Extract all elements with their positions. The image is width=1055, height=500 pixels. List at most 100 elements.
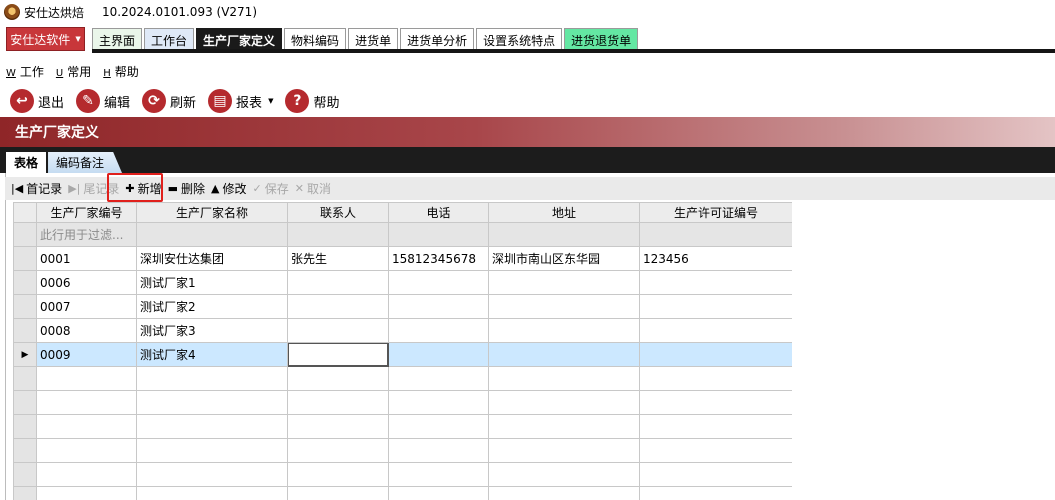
empty-cell	[36, 366, 137, 391]
exit-button[interactable]: ↩ 退出	[10, 89, 64, 113]
column-header[interactable]: 生产许可证编号	[639, 202, 792, 223]
menu-bar: W 工作 U 常用 H 帮助	[0, 62, 145, 80]
column-header[interactable]: 生产厂家名称	[136, 202, 288, 223]
table-cell[interactable]: 0001	[36, 246, 137, 271]
table-cell[interactable]	[287, 270, 389, 295]
table-row[interactable]: 0006 测试厂家1	[13, 270, 792, 295]
empty-row	[13, 390, 792, 415]
modify-button[interactable]: ▲ 修改	[211, 180, 246, 197]
table-cell[interactable]	[388, 342, 489, 367]
add-button[interactable]: ✚ 新增	[125, 180, 161, 197]
filter-cell[interactable]	[488, 222, 640, 247]
filter-cell[interactable]	[639, 222, 792, 247]
tab-system-settings[interactable]: 设置系统特点	[476, 28, 563, 51]
column-header[interactable]: 生产厂家编号	[36, 202, 137, 223]
tab-code-notes[interactable]: 编码备注	[48, 152, 123, 173]
menu-help[interactable]: H 帮助	[103, 63, 139, 80]
menu-help-key: H	[103, 67, 111, 79]
table-cell[interactable]: 0007	[36, 294, 137, 319]
row-indicator[interactable]	[13, 318, 37, 343]
filter-cell[interactable]	[136, 222, 288, 247]
column-header[interactable]: 联系人	[287, 202, 389, 223]
row-indicator	[13, 438, 37, 463]
column-header[interactable]: 电话	[388, 202, 489, 223]
table-cell[interactable]	[388, 270, 489, 295]
app-logo-icon	[4, 4, 20, 20]
row-indicator[interactable]	[13, 294, 37, 319]
table-cell[interactable]: 测试厂家2	[136, 294, 288, 319]
empty-cell	[287, 414, 389, 439]
table-cell[interactable]: 0008	[36, 318, 137, 343]
first-record-button[interactable]: |◀ 首记录	[11, 180, 62, 197]
tab-purchase-order[interactable]: 进货单	[348, 28, 399, 51]
save-button[interactable]: ✓ 保存	[253, 180, 289, 197]
table-cell[interactable]: 15812345678	[388, 246, 489, 271]
table-cell[interactable]: 测试厂家3	[136, 318, 288, 343]
table-cell[interactable]	[287, 318, 389, 343]
page-title: 生产厂家定义	[0, 117, 1055, 147]
table-row[interactable]: 0001 深圳安仕达集团 张先生 15812345678 深圳市南山区东华园 1…	[13, 246, 792, 271]
brand-menu-button[interactable]: 安仕达软件 ▼	[6, 27, 85, 51]
tab-purchase-analysis[interactable]: 进货单分析	[400, 28, 475, 51]
table-row[interactable]: 0007 测试厂家2	[13, 294, 792, 319]
empty-cell	[36, 390, 137, 415]
table-cell[interactable]	[488, 342, 640, 367]
edit-button[interactable]: ✎ 编辑	[76, 89, 130, 113]
row-indicator[interactable]	[13, 246, 37, 271]
table-cell[interactable]	[639, 342, 792, 367]
delete-button[interactable]: ▬ 删除	[168, 180, 205, 197]
last-record-button[interactable]: ▶| 尾记录	[68, 180, 119, 197]
table-cell[interactable]: 0009	[36, 342, 137, 367]
current-row-icon[interactable]: ▶	[13, 342, 37, 367]
row-indicator[interactable]	[13, 270, 37, 295]
table-cell[interactable]: 深圳安仕达集团	[136, 246, 288, 271]
table-cell[interactable]: 测试厂家4	[136, 342, 288, 367]
help-button[interactable]: ? 帮助	[285, 89, 339, 113]
grid-header-row: 生产厂家编号 生产厂家名称 联系人 电话 地址 生产许可证编号	[13, 202, 792, 223]
table-cell[interactable]	[488, 270, 640, 295]
sub-tabs: 表格 编码备注	[6, 152, 124, 173]
table-cell[interactable]: 深圳市南山区东华园	[488, 246, 640, 271]
menu-common[interactable]: U 常用	[56, 63, 91, 80]
table-cell[interactable]	[287, 294, 389, 319]
app-name: 安仕达烘焙	[24, 5, 85, 20]
empty-cell	[388, 462, 489, 487]
table-cell[interactable]: 张先生	[287, 246, 389, 271]
tab-table[interactable]: 表格	[6, 152, 47, 173]
row-indicator	[13, 366, 37, 391]
add-label: 新增	[137, 182, 162, 196]
menu-common-key: U	[55, 67, 64, 79]
edit-label: 编辑	[104, 95, 131, 111]
tab-material-code[interactable]: 物料编码	[284, 28, 347, 51]
tab-main[interactable]: 主界面	[92, 28, 143, 51]
report-button[interactable]: ▤ 报表 ▼	[208, 89, 273, 113]
empty-cell	[388, 438, 489, 463]
table-row[interactable]: 0008 测试厂家3	[13, 318, 792, 343]
table-cell[interactable]: 0006	[36, 270, 137, 295]
tab-workbench[interactable]: 工作台	[144, 28, 195, 51]
active-cell-editor[interactable]	[287, 342, 389, 367]
filter-cell[interactable]	[287, 222, 389, 247]
empty-cell	[36, 438, 137, 463]
row-indicator	[13, 486, 37, 500]
table-cell[interactable]	[639, 318, 792, 343]
table-cell[interactable]	[488, 294, 640, 319]
table-cell[interactable]: 123456	[639, 246, 792, 271]
table-cell[interactable]	[639, 270, 792, 295]
filter-cell[interactable]: 此行用于过滤...	[36, 222, 137, 247]
table-cell[interactable]	[388, 318, 489, 343]
table-row-selected[interactable]: ▶ 0009 测试厂家4	[13, 342, 792, 367]
table-cell[interactable]	[388, 294, 489, 319]
refresh-button[interactable]: ⟳ 刷新	[142, 89, 196, 113]
empty-cell	[488, 414, 640, 439]
tab-manufacturer-definition[interactable]: 生产厂家定义	[196, 28, 283, 51]
empty-row	[13, 414, 792, 439]
table-cell[interactable]: 测试厂家1	[136, 270, 288, 295]
table-cell[interactable]	[639, 294, 792, 319]
table-cell[interactable]	[488, 318, 640, 343]
tab-purchase-return[interactable]: 进货退货单	[564, 28, 639, 51]
cancel-button[interactable]: ✕ 取消	[295, 180, 331, 197]
column-header[interactable]: 地址	[488, 202, 640, 223]
filter-cell[interactable]	[388, 222, 489, 247]
menu-work[interactable]: W 工作	[6, 63, 44, 80]
